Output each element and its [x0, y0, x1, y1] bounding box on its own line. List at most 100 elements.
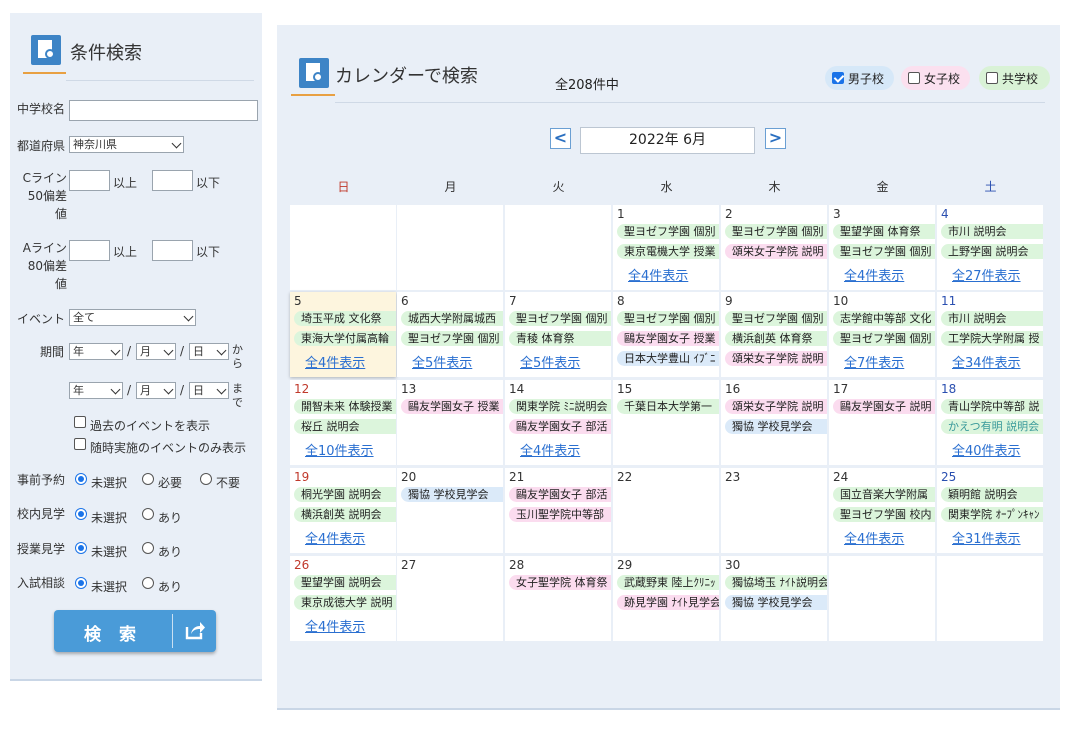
show-all-link[interactable]: 全34件表示	[952, 352, 1021, 371]
to-year-select[interactable]: 年	[69, 382, 123, 399]
calendar-day-cell[interactable]: 26 聖望学園 説明会 東京成徳大学 説明 全4件表示	[290, 556, 396, 641]
event-chip[interactable]: 東京成徳大学 説明	[294, 595, 396, 610]
a-line-max-input[interactable]	[152, 240, 193, 261]
event-chip[interactable]: 千葉日本大学第一	[617, 399, 719, 414]
prefecture-select[interactable]: 神奈川県	[69, 136, 184, 153]
event-chip[interactable]: 聖望学園 説明会	[294, 575, 396, 590]
show-all-link[interactable]: 全7件表示	[844, 352, 904, 371]
event-chip[interactable]: 鷗友学園女子 部活	[509, 487, 611, 502]
calendar-day-cell[interactable]: 28 女子聖学院 体育祭	[505, 556, 611, 641]
event-chip[interactable]: 埼玉平成 文化祭	[294, 311, 396, 326]
event-chip[interactable]: 横浜創英 体育祭	[725, 331, 827, 346]
class-visit-unselected-radio[interactable]	[75, 542, 87, 554]
prev-month-button[interactable]: <	[550, 128, 571, 149]
event-chip[interactable]: 跡見学園 ﾅｲﾄ見学会	[617, 595, 719, 610]
boys-school-checkbox[interactable]	[832, 72, 844, 84]
calendar-day-cell[interactable]: 29 武蔵野東 陸上ｸﾘﾆｯ 跡見学園 ﾅｲﾄ見学会	[613, 556, 719, 641]
calendar-day-cell[interactable]: 8 聖ヨゼフ学園 個別 鷗友学園女子 授業 日本大学豊山 ｲﾌﾞﾆ	[613, 292, 719, 377]
event-chip[interactable]: 工学院大学附属 授	[941, 331, 1043, 346]
calendar-day-cell[interactable]: 1 聖ヨゼフ学園 個別 東京電機大学 授業 全4件表示	[613, 205, 719, 290]
next-month-button[interactable]: >	[765, 128, 786, 149]
event-chip[interactable]: 桐光学園 説明会	[294, 487, 396, 502]
show-all-link[interactable]: 全4件表示	[305, 352, 365, 371]
filter-boys-school[interactable]: 男子校	[825, 66, 894, 90]
event-chip[interactable]: 桜丘 説明会	[294, 419, 396, 434]
event-chip[interactable]: 鷗友学園女子 授業	[401, 399, 503, 414]
event-chip[interactable]: 聖ヨゼフ学園 個別	[617, 224, 719, 239]
reservation-not-required-radio[interactable]	[200, 473, 212, 485]
event-chip[interactable]: 女子聖学院 体育祭	[509, 575, 611, 590]
exam-consult-yes-radio[interactable]	[142, 577, 154, 589]
filter-coed-school[interactable]: 共学校	[979, 66, 1050, 90]
event-chip[interactable]: 武蔵野東 陸上ｸﾘﾆｯ	[617, 575, 719, 590]
calendar-day-cell[interactable]: 30 獨協埼玉 ﾅｲﾄ説明会 獨協 学校見学会	[721, 556, 827, 641]
event-chip[interactable]: 頌栄女子学院 説明	[725, 244, 827, 259]
calendar-day-cell[interactable]: 27	[397, 556, 503, 641]
show-all-link[interactable]: 全4件表示	[520, 440, 580, 459]
event-chip[interactable]: 城西大学附属城西	[401, 311, 503, 326]
search-button[interactable]: 検 索	[54, 610, 216, 652]
school-name-input[interactable]	[69, 100, 258, 121]
event-chip[interactable]: 開智未来 体験授業	[294, 399, 396, 414]
from-year-select[interactable]: 年	[69, 343, 123, 360]
event-chip[interactable]: 聖ヨゼフ学園 個別	[509, 311, 611, 326]
event-chip[interactable]: 青稜 体育祭	[509, 331, 611, 346]
event-chip[interactable]: 聖ヨゼフ学園 個別	[725, 311, 827, 326]
event-chip[interactable]: 獨協 学校見学会	[401, 487, 503, 502]
filter-girls-school[interactable]: 女子校	[901, 66, 970, 90]
anytime-only-checkbox[interactable]	[74, 438, 86, 450]
calendar-day-cell[interactable]: 22	[613, 468, 719, 553]
calendar-day-cell[interactable]: 23	[721, 468, 827, 553]
event-chip[interactable]: 関東学院 ﾐﾆ説明会	[509, 399, 611, 414]
show-all-link[interactable]: 全4件表示	[305, 616, 365, 635]
event-chip[interactable]: 青山学院中等部 説	[941, 399, 1043, 414]
calendar-day-cell[interactable]: 24 国立音楽大学附属 聖ヨゼフ学園 校内 全4件表示	[829, 468, 935, 553]
event-chip[interactable]: 東海大学付属高輪	[294, 331, 396, 346]
event-chip[interactable]: 聖ヨゼフ学園 個別	[401, 331, 503, 346]
calendar-day-cell[interactable]: 17 鷗友学園女子 説明	[829, 380, 935, 465]
event-chip[interactable]: 聖ヨゼフ学園 個別	[833, 244, 935, 259]
show-all-link[interactable]: 全40件表示	[952, 440, 1021, 459]
show-all-link[interactable]: 全10件表示	[305, 440, 374, 459]
a-line-min-input[interactable]	[69, 240, 110, 261]
event-chip[interactable]: 聖望学園 体育祭	[833, 224, 935, 239]
from-day-select[interactable]: 日	[189, 343, 229, 360]
event-chip[interactable]: 聖ヨゼフ学園 個別	[725, 224, 827, 239]
show-all-link[interactable]: 全4件表示	[844, 528, 904, 547]
calendar-day-cell[interactable]: 20 獨協 学校見学会	[397, 468, 503, 553]
event-chip[interactable]: 日本大学豊山 ｲﾌﾞﾆ	[617, 351, 719, 366]
school-visit-yes-radio[interactable]	[142, 508, 154, 520]
calendar-day-cell[interactable]: 12 開智未来 体験授業 桜丘 説明会 全10件表示	[290, 380, 396, 465]
event-chip[interactable]: 国立音楽大学附属	[833, 487, 935, 502]
event-chip[interactable]: 市川 説明会	[941, 224, 1043, 239]
calendar-day-cell[interactable]: 5 埼玉平成 文化祭 東海大学付属高輪 全4件表示	[290, 292, 396, 377]
calendar-day-cell[interactable]: 11 市川 説明会 工学院大学附属 授全34件表示	[937, 292, 1043, 377]
calendar-day-cell[interactable]: 13 鷗友学園女子 授業	[397, 380, 503, 465]
event-chip[interactable]: 志学館中等部 文化	[833, 311, 935, 326]
event-chip[interactable]: 上野学園 説明会	[941, 244, 1043, 259]
event-chip[interactable]: 獨協 学校見学会	[725, 419, 827, 434]
c-line-min-input[interactable]	[69, 170, 110, 191]
calendar-day-cell[interactable]: 15 千葉日本大学第一	[613, 380, 719, 465]
share-icon[interactable]	[184, 619, 206, 641]
calendar-day-cell[interactable]: 14 関東学院 ﾐﾆ説明会 鷗友学園女子 部活 全4件表示	[505, 380, 611, 465]
show-all-link[interactable]: 全4件表示	[844, 265, 904, 284]
calendar-day-cell[interactable]: 21 鷗友学園女子 部活 玉川聖学院中等部	[505, 468, 611, 553]
school-visit-unselected-radio[interactable]	[75, 508, 87, 520]
calendar-day-cell[interactable]: 4 市川 説明会 上野学園 説明会 全27件表示	[937, 205, 1043, 290]
calendar-day-cell[interactable]: 2 聖ヨゼフ学園 個別 頌栄女子学院 説明	[721, 205, 827, 290]
event-chip[interactable]: 穎明館 説明会	[941, 487, 1043, 502]
calendar-day-cell[interactable]: 10 志学館中等部 文化 聖ヨゼフ学園 個別 全7件表示	[829, 292, 935, 377]
event-chip[interactable]: 聖ヨゼフ学園 個別	[833, 331, 935, 346]
event-chip[interactable]: 鷗友学園女子 説明	[833, 399, 935, 414]
show-all-link[interactable]: 全5件表示	[412, 352, 472, 371]
calendar-day-cell[interactable]: 18 青山学院中等部 説かえつ有明 説明会 全40件表示	[937, 380, 1043, 465]
from-month-select[interactable]: 月	[136, 343, 176, 360]
calendar-day-cell[interactable]: 19 桐光学園 説明会 横浜創英 説明会 全4件表示	[290, 468, 396, 553]
calendar-day-cell[interactable]: 9 聖ヨゼフ学園 個別 横浜創英 体育祭 頌栄女子学院 説明	[721, 292, 827, 377]
girls-school-checkbox[interactable]	[908, 72, 920, 84]
event-chip[interactable]: 東京電機大学 授業	[617, 244, 719, 259]
reservation-required-radio[interactable]	[142, 473, 154, 485]
event-chip[interactable]: かえつ有明 説明会	[941, 419, 1043, 434]
event-chip[interactable]: 市川 説明会	[941, 311, 1043, 326]
